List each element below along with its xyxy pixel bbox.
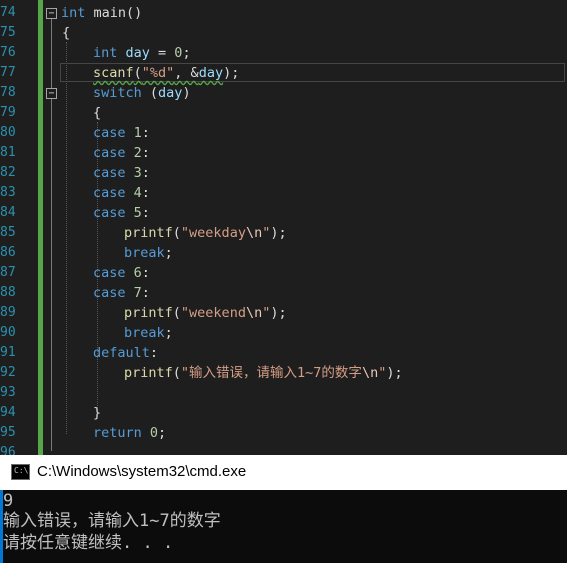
line-number: 76 bbox=[0, 45, 16, 60]
code-line: return 0; bbox=[93, 425, 167, 441]
code-line: printf("weekday\n"); bbox=[124, 225, 287, 241]
line-number: 89 bbox=[0, 305, 16, 320]
collapse-switch-icon[interactable]: − bbox=[46, 88, 57, 99]
code-line: { bbox=[62, 25, 71, 41]
line-number: 75 bbox=[0, 25, 16, 40]
line-number-gutter: 74 75 76 77 78 79 80 81 82 83 84 85 86 8… bbox=[0, 0, 16, 455]
code-line: default: bbox=[93, 345, 159, 361]
code-line: case 6: bbox=[93, 265, 150, 281]
line-number: 77 bbox=[0, 65, 16, 80]
code-line: case 7: bbox=[93, 285, 150, 301]
code-line: switch (day) bbox=[93, 85, 191, 101]
line-number: 79 bbox=[0, 105, 16, 120]
collapse-main-icon[interactable]: − bbox=[46, 8, 57, 19]
line-number: 78 bbox=[0, 85, 16, 100]
line-number: 84 bbox=[0, 205, 16, 220]
line-number: 86 bbox=[0, 245, 16, 260]
line-number: 96 bbox=[0, 445, 16, 455]
line-number: 90 bbox=[0, 325, 16, 340]
code-line: case 1: bbox=[93, 125, 150, 141]
code-line: int day = 0; bbox=[93, 45, 191, 61]
change-tracking-bar bbox=[38, 0, 43, 455]
fold-outline-line bbox=[51, 19, 52, 451]
code-line: case 5: bbox=[93, 205, 150, 221]
console-window-title: C:\Windows\system32\cmd.exe bbox=[37, 463, 247, 480]
line-number: 85 bbox=[0, 225, 16, 240]
cmd-icon: C:\ bbox=[11, 464, 30, 480]
line-number: 82 bbox=[0, 165, 16, 180]
console-line-input: 9 bbox=[3, 491, 14, 511]
line-number: 94 bbox=[0, 405, 16, 420]
code-line: { bbox=[93, 105, 102, 121]
code-line: scanf("%d", &day); bbox=[93, 65, 240, 81]
code-line: break; bbox=[124, 325, 173, 341]
console-line-output: 输入错误，请输入1~7的数字 bbox=[3, 511, 221, 531]
line-number: 92 bbox=[0, 365, 16, 380]
code-editor[interactable]: 74 75 76 77 78 79 80 81 82 83 84 85 86 8… bbox=[0, 0, 567, 455]
line-number: 74 bbox=[0, 5, 16, 20]
code-line: int main() bbox=[61, 5, 143, 21]
code-line: printf("weekend\n"); bbox=[124, 305, 287, 321]
code-line: case 4: bbox=[93, 185, 150, 201]
code-line: case 2: bbox=[93, 145, 150, 161]
indent-guide bbox=[66, 42, 67, 434]
code-line: } bbox=[93, 405, 102, 421]
line-number: 88 bbox=[0, 285, 16, 300]
line-number: 81 bbox=[0, 145, 16, 160]
code-line: break; bbox=[124, 245, 173, 261]
line-number: 87 bbox=[0, 265, 16, 280]
line-number: 83 bbox=[0, 185, 16, 200]
console-line-prompt: 请按任意键继续. . . bbox=[3, 533, 174, 553]
line-number: 93 bbox=[0, 385, 16, 400]
line-number: 95 bbox=[0, 425, 16, 440]
line-number: 80 bbox=[0, 125, 16, 140]
line-number: 91 bbox=[0, 345, 16, 360]
code-line: printf("输入错误，请输入1~7的数字\n"); bbox=[124, 365, 403, 381]
code-line: case 3: bbox=[93, 165, 150, 181]
